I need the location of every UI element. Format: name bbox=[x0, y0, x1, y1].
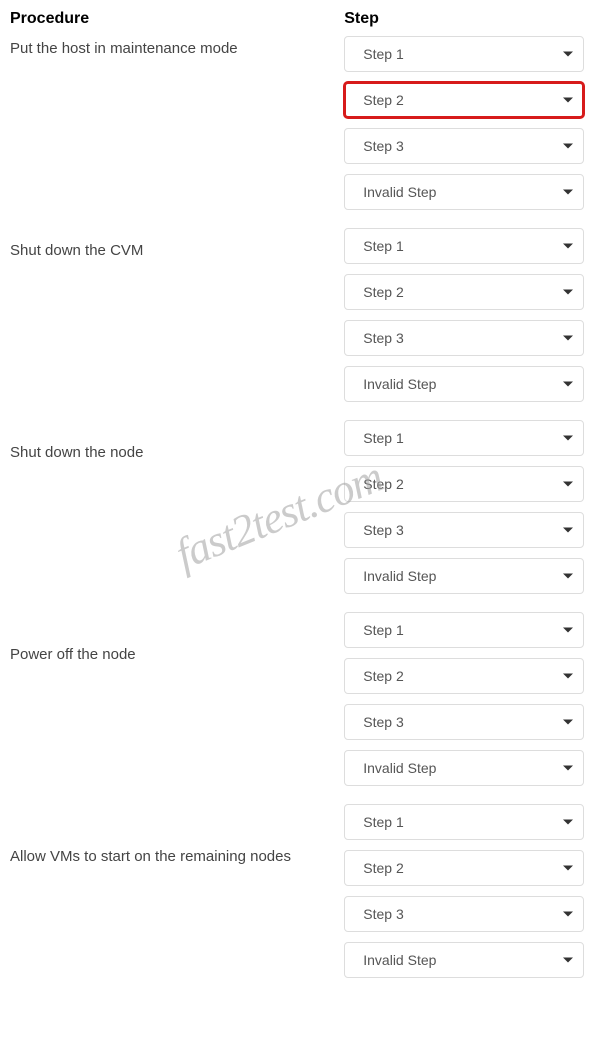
step-dropdown-group: Step 1 Step 2 Step 3 Invalid Step bbox=[344, 228, 584, 402]
procedure-label: Put the host in maintenance mode bbox=[10, 36, 334, 238]
step-dropdown[interactable]: Invalid Step bbox=[344, 942, 584, 978]
step-dropdown[interactable]: Invalid Step bbox=[344, 366, 584, 402]
step-dropdown[interactable]: Step 2 bbox=[344, 466, 584, 502]
step-dropdown[interactable]: Step 3 bbox=[344, 896, 584, 932]
step-header: Step bbox=[344, 10, 584, 28]
step-dropdown-group: Step 1 Step 2 Step 3 Invalid Step bbox=[344, 612, 584, 786]
step-dropdown[interactable]: Invalid Step bbox=[344, 750, 584, 786]
step-dropdown[interactable]: Step 2 bbox=[344, 658, 584, 694]
step-column: Step Step 1Step 2Step 3Invalid StepStep … bbox=[344, 10, 584, 1046]
step-dropdown-group: Step 1 Step 2 Step 3 Invalid Step bbox=[344, 36, 584, 210]
procedure-column: Procedure Put the host in maintenance mo… bbox=[10, 10, 344, 1046]
step-dropdown[interactable]: Step 2 bbox=[344, 82, 584, 118]
step-dropdown[interactable]: Step 3 bbox=[344, 128, 584, 164]
step-dropdown[interactable]: Step 2 bbox=[344, 274, 584, 310]
procedure-header: Procedure bbox=[10, 10, 334, 28]
procedure-label: Power off the node bbox=[10, 642, 334, 844]
matching-table: Procedure Put the host in maintenance mo… bbox=[0, 0, 594, 1056]
step-dropdown[interactable]: Invalid Step bbox=[344, 174, 584, 210]
step-dropdown-group: Step 1 Step 2 Step 3 Invalid Step bbox=[344, 804, 584, 978]
step-dropdown[interactable]: Step 1 bbox=[344, 804, 584, 840]
step-dropdown[interactable]: Step 1 bbox=[344, 36, 584, 72]
step-dropdown[interactable]: Step 1 bbox=[344, 420, 584, 456]
step-dropdown-group: Step 1 Step 2 Step 3 Invalid Step bbox=[344, 420, 584, 594]
step-dropdown[interactable]: Step 3 bbox=[344, 512, 584, 548]
procedure-label: Shut down the node bbox=[10, 440, 334, 642]
procedure-label: Shut down the CVM bbox=[10, 238, 334, 440]
procedure-label: Allow VMs to start on the remaining node… bbox=[10, 844, 334, 1046]
step-dropdown[interactable]: Step 1 bbox=[344, 228, 584, 264]
step-dropdown[interactable]: Step 1 bbox=[344, 612, 584, 648]
step-dropdown[interactable]: Step 3 bbox=[344, 704, 584, 740]
step-dropdown[interactable]: Invalid Step bbox=[344, 558, 584, 594]
step-dropdown[interactable]: Step 3 bbox=[344, 320, 584, 356]
step-dropdown[interactable]: Step 2 bbox=[344, 850, 584, 886]
